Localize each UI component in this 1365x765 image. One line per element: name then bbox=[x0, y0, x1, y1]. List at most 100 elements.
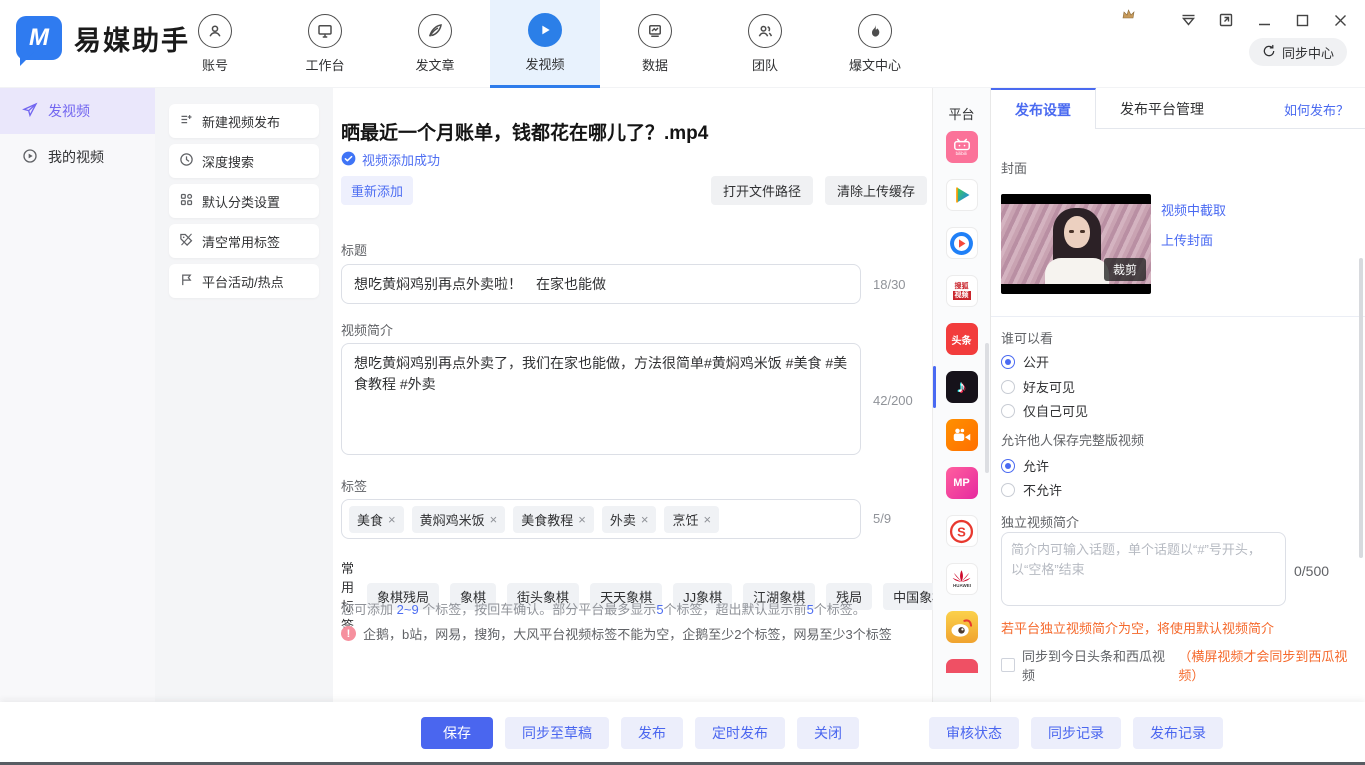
meipai-text: MP bbox=[953, 477, 970, 489]
app-logo-icon: M bbox=[16, 16, 62, 60]
nav-item-account[interactable]: 账号 bbox=[160, 0, 270, 88]
radio-label: 公开 bbox=[1023, 352, 1049, 371]
description-textarea[interactable]: 想吃黄焖鸡别再点外卖了，我们在家也能做，方法很简单#黄焖鸡米饭 #美食 #美食教… bbox=[341, 343, 861, 455]
tags-input[interactable]: 美食× 黄焖鸡米饭× 美食教程× 外卖× 烹饪× bbox=[341, 499, 861, 539]
panel-tabs: 发布设置 发布平台管理 如何发布？ bbox=[991, 88, 1365, 129]
publish-button[interactable]: 发布 bbox=[621, 717, 683, 749]
sync-to-draft-button[interactable]: 同步至草稿 bbox=[505, 717, 609, 749]
refresh-icon bbox=[1262, 44, 1276, 61]
remove-tag-icon[interactable]: × bbox=[578, 512, 586, 527]
sidebar-item-label: 我的视频 bbox=[48, 147, 104, 167]
independent-desc-textarea[interactable] bbox=[1001, 532, 1286, 606]
sidebar-item-my-videos[interactable]: 我的视频 bbox=[0, 134, 155, 180]
cover-thumbnail[interactable]: 裁剪 bbox=[1001, 194, 1151, 294]
save-button[interactable]: 保存 bbox=[421, 717, 493, 749]
sync-toutiao-checkbox-row[interactable]: 同步到今日头条和西瓜视频（横屏视频才会同步到西瓜视频） bbox=[1001, 646, 1365, 684]
cover-label: 封面 bbox=[1001, 158, 1027, 177]
upload-status-text: 视频添加成功 bbox=[362, 150, 440, 169]
sohu-text-2: 视频 bbox=[953, 291, 971, 300]
nav-item-hot-center[interactable]: 爆文中心 bbox=[820, 0, 930, 88]
platform-partial[interactable] bbox=[933, 651, 990, 673]
review-status-button[interactable]: 审核状态 bbox=[929, 717, 1019, 749]
rail-scrollbar[interactable] bbox=[985, 343, 989, 473]
maximize-icon[interactable] bbox=[1291, 10, 1313, 30]
close-icon[interactable] bbox=[1329, 10, 1351, 30]
save-permission-deny[interactable]: 不允许 bbox=[1001, 480, 1062, 499]
douyin-icon: ♪ bbox=[946, 371, 978, 403]
tag-chip-label: 美食教程 bbox=[521, 510, 573, 529]
nav-item-team[interactable]: 团队 bbox=[710, 0, 820, 88]
tab-publish-settings[interactable]: 发布设置 bbox=[991, 88, 1096, 129]
tag-chip-label: 黄焖鸡米饭 bbox=[420, 510, 485, 529]
scheduled-publish-button[interactable]: 定时发布 bbox=[695, 717, 785, 749]
nav-item-publish-article[interactable]: 发文章 bbox=[380, 0, 490, 88]
remove-tag-icon[interactable]: × bbox=[703, 512, 711, 527]
tool-button-label: 默认分类设置 bbox=[202, 192, 280, 211]
platform-haokan-video[interactable] bbox=[933, 219, 990, 267]
upload-cover-link[interactable]: 上传封面 bbox=[1161, 230, 1213, 249]
huawei-icon: HUAWEI bbox=[946, 563, 978, 595]
platform-douyin-selected[interactable]: ♪ bbox=[933, 363, 990, 411]
publish-records-button[interactable]: 发布记录 bbox=[1133, 717, 1223, 749]
mini-window-icon[interactable] bbox=[1215, 10, 1237, 30]
platform-sogou[interactable]: S bbox=[933, 507, 990, 555]
main-content: 晒最近一个月账单，钱都花在哪儿了？.mp4 视频添加成功 重新添加 打开文件路径… bbox=[333, 88, 933, 702]
platform-kuaishou[interactable] bbox=[933, 411, 990, 459]
publish-settings-panel: 发布设置 发布平台管理 如何发布？ 封面 裁剪 视频中截取 上传封面 谁可以看 … bbox=[990, 88, 1365, 702]
platform-huawei[interactable]: HUAWEI bbox=[933, 555, 990, 603]
visibility-option-friends[interactable]: 好友可见 bbox=[1001, 377, 1075, 396]
tag-chip: 烹饪× bbox=[664, 506, 719, 533]
deep-search-button[interactable]: 深度搜索 bbox=[169, 144, 319, 178]
platform-sohu-video[interactable]: 搜狐 视频 bbox=[933, 267, 990, 315]
tool-button-label: 平台活动/热点 bbox=[202, 272, 284, 291]
minimize-icon[interactable] bbox=[1253, 10, 1275, 30]
nav-item-workbench[interactable]: 工作台 bbox=[270, 0, 380, 88]
new-video-publish-button[interactable]: 新建视频发布 bbox=[169, 104, 319, 138]
sync-center-button[interactable]: 同步中心 bbox=[1249, 38, 1347, 66]
remove-tag-icon[interactable]: × bbox=[388, 512, 396, 527]
remove-tag-icon[interactable]: × bbox=[490, 512, 498, 527]
clear-upload-cache-button[interactable]: 清除上传缓存 bbox=[825, 176, 927, 205]
music-note-glyph: ♪ bbox=[957, 377, 966, 397]
footer-buttons: 保存 同步至草稿 发布 定时发布 关闭 审核状态 同步记录 发布记录 bbox=[421, 717, 1223, 749]
close-button[interactable]: 关闭 bbox=[797, 717, 859, 749]
platform-tencent-video[interactable] bbox=[933, 171, 990, 219]
checkbox-icon[interactable] bbox=[1001, 658, 1015, 672]
thumb-figure-eye bbox=[1069, 230, 1074, 233]
re-add-button[interactable]: 重新添加 bbox=[341, 176, 413, 205]
thumb-figure-face bbox=[1064, 216, 1090, 248]
nav-item-publish-video[interactable]: 发视频 bbox=[490, 0, 600, 88]
tag-clear-icon bbox=[179, 232, 194, 250]
sync-records-button[interactable]: 同步记录 bbox=[1031, 717, 1121, 749]
crop-badge-button[interactable]: 裁剪 bbox=[1104, 258, 1146, 281]
tab-platform-management[interactable]: 发布平台管理 bbox=[1096, 88, 1228, 129]
sidebar-item-publish-video[interactable]: 发视频 bbox=[0, 88, 155, 134]
how-to-publish-link[interactable]: 如何发布？ bbox=[1284, 100, 1349, 119]
tag-chip-label: 外卖 bbox=[610, 510, 636, 529]
default-category-settings-button[interactable]: 默认分类设置 bbox=[169, 184, 319, 218]
platform-weibo[interactable] bbox=[933, 603, 990, 651]
panel-scrollbar[interactable] bbox=[1359, 258, 1363, 558]
left-sidebar: 发视频 我的视频 bbox=[0, 88, 155, 702]
radio-label: 好友可见 bbox=[1023, 377, 1075, 396]
save-permission-allow[interactable]: 允许 bbox=[1001, 456, 1049, 475]
clear-common-tags-button[interactable]: 清空常用标签 bbox=[169, 224, 319, 258]
team-icon bbox=[748, 14, 782, 48]
title-input[interactable] bbox=[341, 264, 861, 304]
platform-meipai[interactable]: MP bbox=[933, 459, 990, 507]
nav-item-data[interactable]: 数据 bbox=[600, 0, 710, 88]
tag-chip: 美食教程 × bbox=[513, 506, 594, 533]
visibility-option-public[interactable]: 公开 bbox=[1001, 352, 1049, 371]
remove-tag-icon[interactable]: × bbox=[641, 512, 649, 527]
meipai-icon: MP bbox=[946, 467, 978, 499]
chart-icon bbox=[638, 14, 672, 48]
sidebar-item-label: 发视频 bbox=[48, 101, 90, 121]
platform-activity-button[interactable]: 平台活动/热点 bbox=[169, 264, 319, 298]
hide-to-tray-icon[interactable] bbox=[1177, 10, 1199, 30]
open-file-path-button[interactable]: 打开文件路径 bbox=[711, 176, 813, 205]
capture-from-video-link[interactable]: 视频中截取 bbox=[1161, 200, 1226, 219]
video-file-title: 晒最近一个月账单，钱都花在哪儿了？.mp4 bbox=[341, 118, 708, 145]
platform-bilibili[interactable]: bilibili bbox=[933, 123, 990, 171]
visibility-option-private[interactable]: 仅自己可见 bbox=[1001, 401, 1088, 420]
platform-toutiao[interactable]: 头条 bbox=[933, 315, 990, 363]
